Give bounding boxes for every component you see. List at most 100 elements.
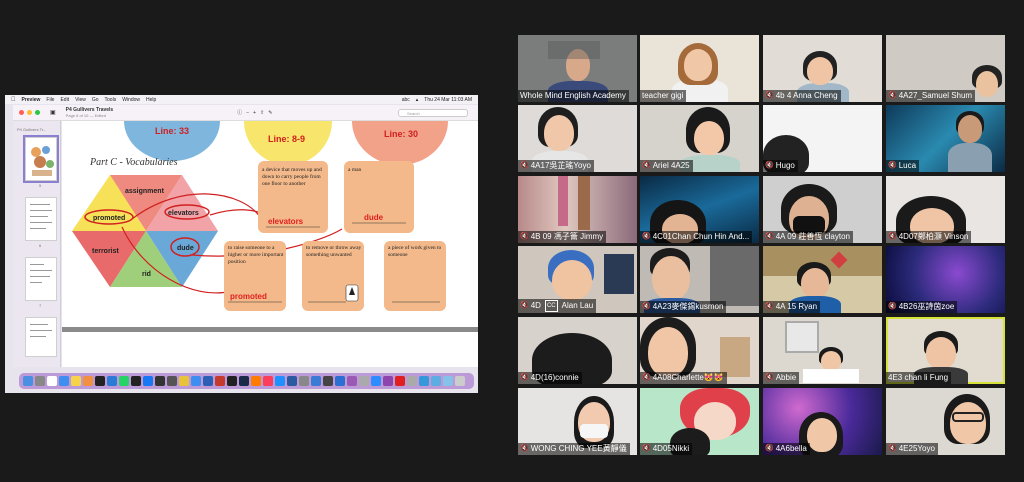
participant-tile[interactable]: 🔇 4A17吳芷瑤Yoyo — [518, 105, 637, 172]
wifi-icon[interactable]: ▴ — [416, 97, 419, 103]
chrome-icon[interactable] — [179, 376, 189, 386]
participant-tile[interactable]: 🔇 4E25Yoyo — [886, 388, 1005, 455]
whatsapp-icon[interactable] — [119, 376, 129, 386]
app-icon[interactable] — [287, 376, 297, 386]
app-icon[interactable] — [95, 376, 105, 386]
card-definition: to remove or throw away something unwant… — [306, 245, 362, 258]
menu-help[interactable]: Help — [146, 97, 156, 103]
app-icon[interactable] — [227, 376, 237, 386]
calendar-icon[interactable] — [47, 376, 57, 386]
card-answer: dude — [364, 213, 384, 222]
app-icon[interactable] — [155, 376, 165, 386]
participant-name: 🔇 WONG CHING YEE黃靜儀 — [518, 443, 630, 455]
app-icon[interactable] — [443, 376, 453, 386]
app-icon[interactable] — [107, 376, 117, 386]
page-thumbnail-5[interactable] — [23, 135, 59, 183]
app-icon[interactable] — [431, 376, 441, 386]
trash-icon[interactable] — [455, 376, 465, 386]
mic-muted-icon: 🔇 — [888, 162, 897, 169]
app-icon[interactable] — [407, 376, 417, 386]
app-icon[interactable] — [419, 376, 429, 386]
hex-word: rid — [142, 271, 151, 278]
participant-tile[interactable]: 🔇 Ariel 4A25 — [640, 105, 759, 172]
card-definition: to raise someone to a higher or more imp… — [228, 245, 284, 265]
participant-tile[interactable]: 🔇 4B 09 馮子籥 Jimmy — [518, 176, 637, 243]
menu-tools[interactable]: Tools — [105, 97, 117, 103]
app-icon[interactable] — [335, 376, 345, 386]
page-thumbnail-6[interactable] — [25, 197, 57, 241]
participant-name: 🔇 4B26巫詩茵zoe — [886, 301, 958, 313]
participant-tile[interactable]: 🔇 4A 09 莊善恆 clayton — [763, 176, 882, 243]
app-icon[interactable] — [131, 376, 141, 386]
music-icon[interactable] — [263, 376, 273, 386]
menubar-app-name[interactable]: Preview — [22, 97, 41, 103]
search-field[interactable]: Search — [398, 109, 468, 117]
participant-tile[interactable]: teacher gigi — [640, 35, 759, 102]
share-icon[interactable]: ⇧ — [260, 110, 264, 116]
launchpad-icon[interactable] — [35, 376, 45, 386]
app-icon[interactable] — [383, 376, 393, 386]
zoom-window-icon[interactable] — [35, 110, 40, 115]
page-thumbnail-8[interactable] — [25, 317, 57, 357]
app-icon[interactable] — [371, 376, 381, 386]
participant-tile[interactable]: 🔇 4A08Charlette😻😻 — [640, 317, 759, 384]
app-icon[interactable] — [191, 376, 201, 386]
menu-go[interactable]: Go — [92, 97, 99, 103]
card-definition: a man — [348, 167, 362, 173]
app-icon[interactable] — [347, 376, 357, 386]
sidebar-toggle-icon[interactable]: ▣ — [50, 109, 56, 116]
audition-icon[interactable] — [239, 376, 249, 386]
photos-icon[interactable] — [83, 376, 93, 386]
appstore-icon[interactable] — [275, 376, 285, 386]
participant-tile[interactable]: 🔇 4b 4 Anna Cheng — [763, 35, 882, 102]
zoom-out-icon[interactable]: − — [246, 110, 249, 116]
page-thumbnail-7[interactable] — [25, 257, 57, 301]
app-icon[interactable] — [359, 376, 369, 386]
participant-tile[interactable]: Whole Mind English Academy — [518, 35, 637, 102]
participant-tile[interactable]: 🔇 4B26巫詩茵zoe — [886, 246, 1005, 313]
card-definition: a device that moves up and down to carry… — [262, 167, 322, 187]
apple-icon[interactable]:  — [11, 97, 16, 103]
mic-muted-icon: 🔇 — [520, 302, 529, 309]
app-icon[interactable] — [311, 376, 321, 386]
settings-icon[interactable] — [299, 376, 309, 386]
app-icon[interactable] — [215, 376, 225, 386]
participant-tile[interactable]: 🔇 4A6bella — [763, 388, 882, 455]
notes-icon[interactable] — [71, 376, 81, 386]
menu-edit[interactable]: Edit — [60, 97, 69, 103]
app-icon[interactable] — [167, 376, 177, 386]
participant-name: 🔇 4D07鄭柏灝 Vinson — [886, 231, 972, 243]
participant-tile[interactable]: 🔇 Luca — [886, 105, 1005, 172]
illustrator-icon[interactable] — [251, 376, 261, 386]
word-icon[interactable] — [203, 376, 213, 386]
menu-file[interactable]: File — [46, 97, 54, 103]
participant-tile[interactable]: 🔇 4D07鄭柏灝 Vinson — [886, 176, 1005, 243]
close-window-icon[interactable] — [19, 110, 24, 115]
mic-muted-icon: 🔇 — [765, 374, 774, 381]
participant-tile[interactable]: 🔇 4D(16)connie — [518, 317, 637, 384]
app-icon[interactable] — [143, 376, 153, 386]
participant-tile[interactable]: 🔇 4D05Nikki — [640, 388, 759, 455]
menu-view[interactable]: View — [75, 97, 86, 103]
participant-tile-active-speaker[interactable]: 4E3 chan li Fung — [886, 317, 1005, 384]
app-icon[interactable] — [323, 376, 333, 386]
participant-tile[interactable]: 🔇 WONG CHING YEE黃靜儀 — [518, 388, 637, 455]
participant-tile[interactable]: 🔇 4A27_Samuel Shum — [886, 35, 1005, 102]
participant-tile[interactable]: 🔇 4A 15 Ryan — [763, 246, 882, 313]
mail-icon[interactable] — [59, 376, 69, 386]
markup-icon[interactable]: ✎ — [268, 110, 272, 116]
participant-tile[interactable]: 🔇 4A23麥傑錫kusmon — [640, 246, 759, 313]
menubar-clock[interactable]: Thu 24 Mar 11:03 AM — [424, 97, 472, 103]
participant-tile[interactable]: 🔇 4D CC Alan Lau — [518, 246, 637, 313]
input-source-indicator[interactable]: abc — [402, 97, 410, 103]
finder-icon[interactable] — [23, 376, 33, 386]
participant-tile[interactable]: 🔇 Abbie — [763, 317, 882, 384]
participant-tile[interactable]: 🔇 Hugo — [763, 105, 882, 172]
menu-window[interactable]: Window — [122, 97, 140, 103]
minimize-window-icon[interactable] — [27, 110, 32, 115]
info-icon[interactable]: ⓘ — [237, 109, 242, 116]
hex-word: elevators — [168, 210, 199, 217]
pdf-icon[interactable] — [395, 376, 405, 386]
zoom-in-icon[interactable]: + — [253, 110, 256, 116]
participant-tile[interactable]: 🔇 4C01Chan Chun Hin And... — [640, 176, 759, 243]
